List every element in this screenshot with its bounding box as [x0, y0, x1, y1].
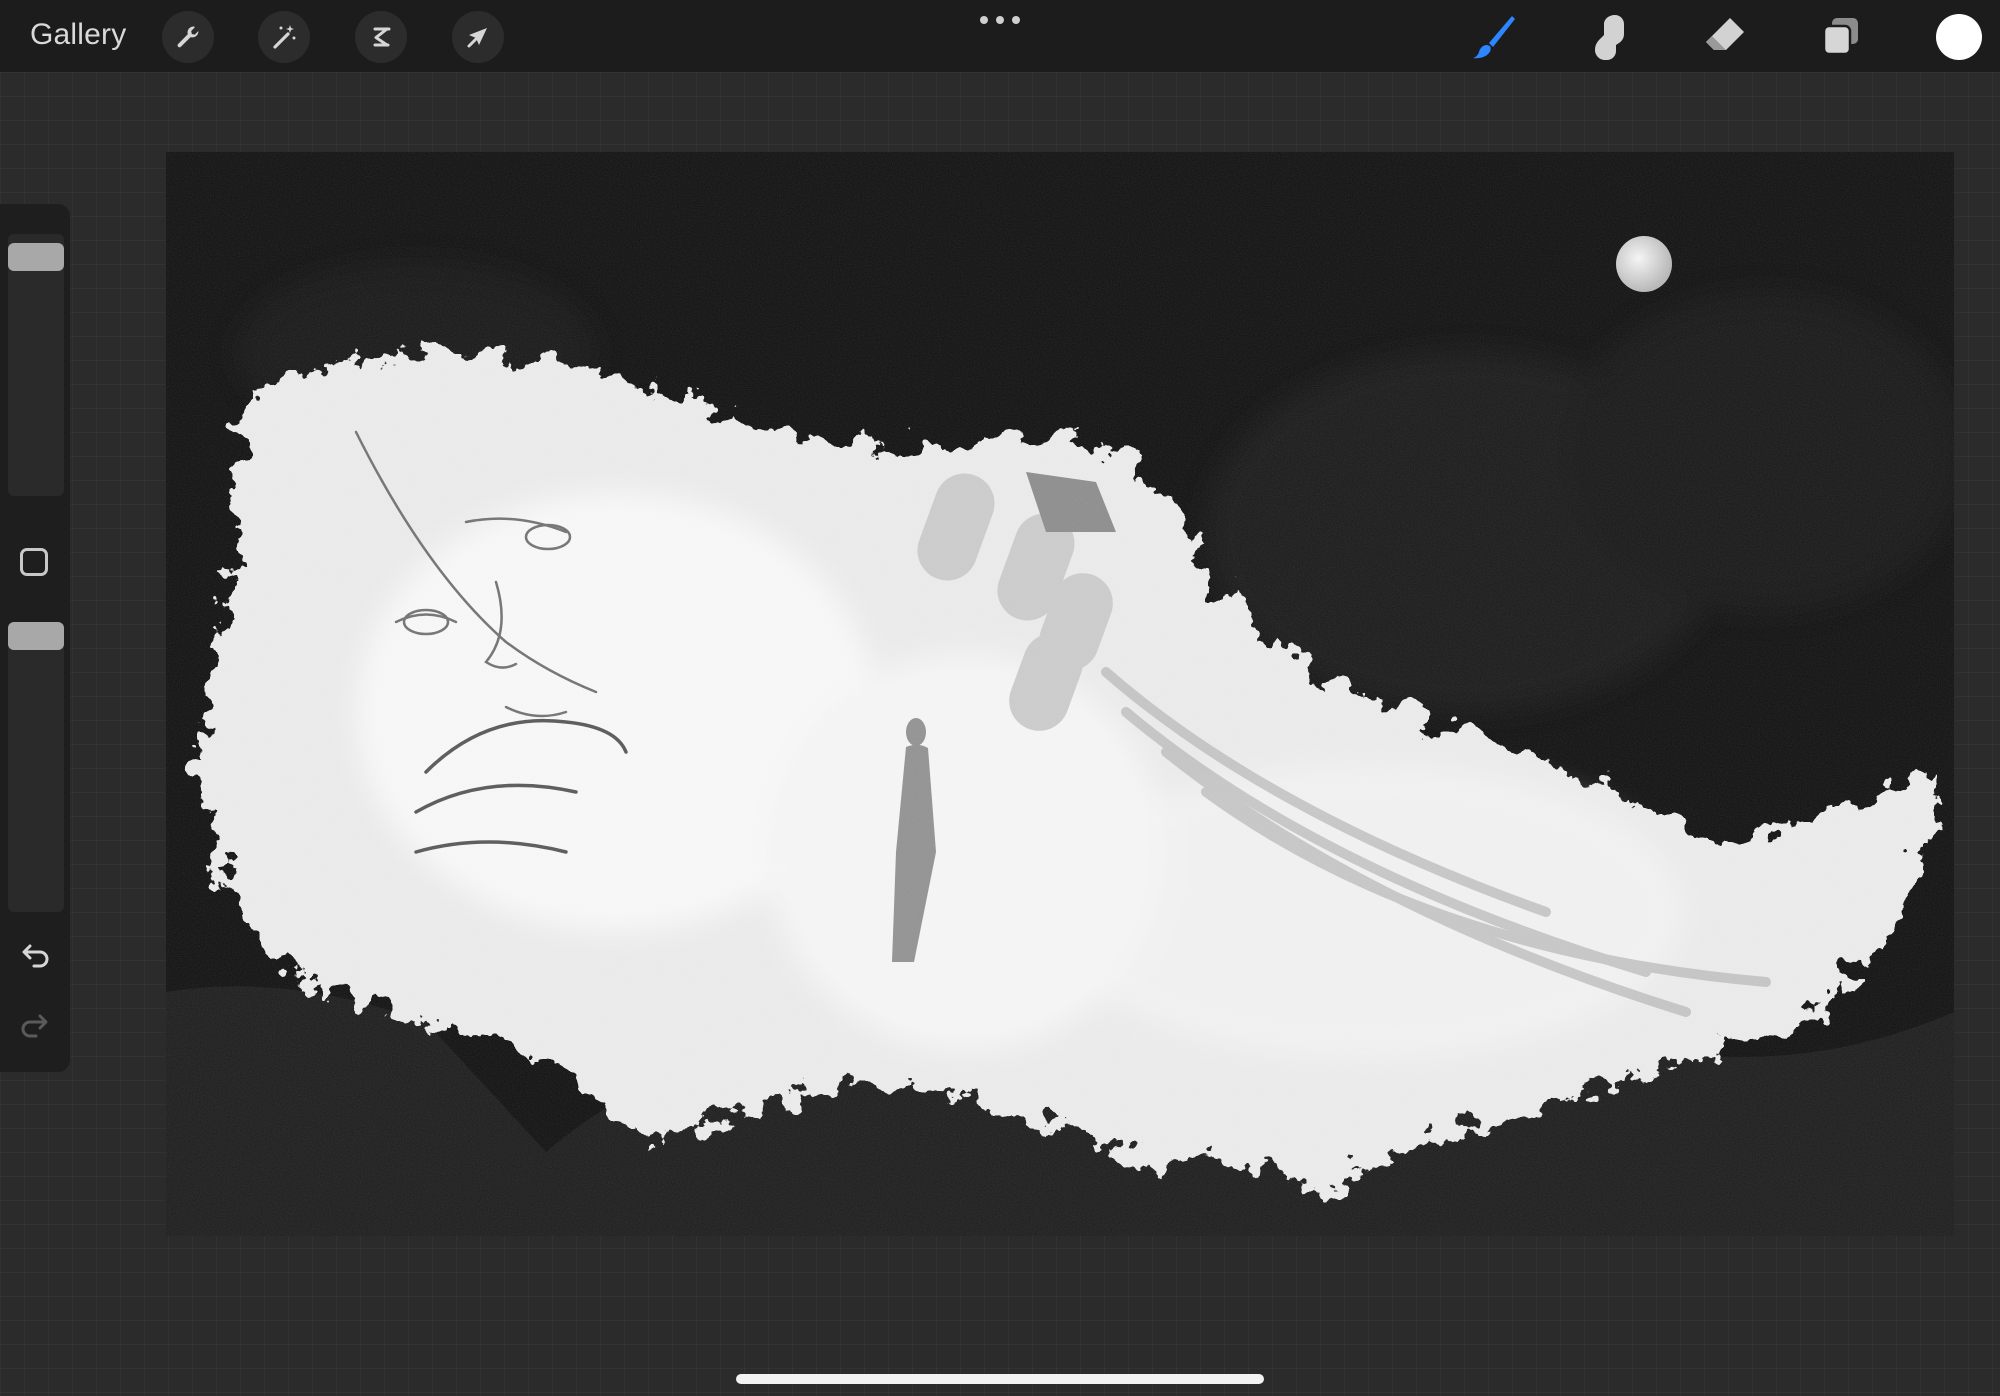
home-indicator[interactable] — [736, 1374, 1264, 1384]
drawing-canvas[interactable] — [166, 152, 1954, 1236]
brush-tool-button[interactable] — [1466, 10, 1520, 64]
transform-button[interactable] — [452, 11, 504, 63]
color-picker-button[interactable] — [1936, 14, 1982, 60]
redo-arrow-icon — [21, 1014, 48, 1038]
gallery-button[interactable]: Gallery — [30, 18, 126, 52]
undo-button[interactable] — [18, 940, 52, 974]
layers-button[interactable] — [1814, 10, 1868, 64]
left-sidebar — [0, 204, 70, 1072]
brush-size-slider-thumb[interactable] — [8, 243, 64, 271]
arrow-cursor-icon — [467, 28, 487, 48]
smudge-tool-button[interactable] — [1582, 10, 1636, 64]
opacity-slider-thumb[interactable] — [8, 622, 64, 650]
opacity-slider[interactable] — [8, 622, 64, 912]
procreate-app: Gallery — [0, 0, 2000, 1396]
wrench-icon — [177, 26, 199, 48]
actions-button[interactable] — [162, 11, 214, 63]
adjustments-button[interactable] — [258, 11, 310, 63]
top-toolbar: Gallery — [0, 0, 2000, 72]
ellipsis-icon — [980, 16, 988, 24]
undo-arrow-icon — [22, 944, 49, 968]
magic-wand-icon — [273, 25, 296, 49]
artwork-painting — [166, 152, 1954, 1236]
redo-button[interactable] — [18, 1010, 52, 1044]
eraser-icon — [1706, 18, 1744, 50]
more-options-button[interactable] — [980, 12, 1020, 28]
selection-button[interactable] — [355, 11, 407, 63]
ellipsis-dot — [996, 16, 1004, 24]
brush-size-slider[interactable] — [8, 234, 64, 496]
ellipsis-dot — [1012, 16, 1020, 24]
brush-icon — [1473, 16, 1515, 59]
modify-button[interactable] — [20, 548, 48, 576]
layers-icon — [1822, 18, 1858, 56]
selection-s-icon — [373, 27, 391, 47]
eraser-tool-button[interactable] — [1698, 10, 1752, 64]
smudge-finger-icon — [1595, 15, 1624, 60]
